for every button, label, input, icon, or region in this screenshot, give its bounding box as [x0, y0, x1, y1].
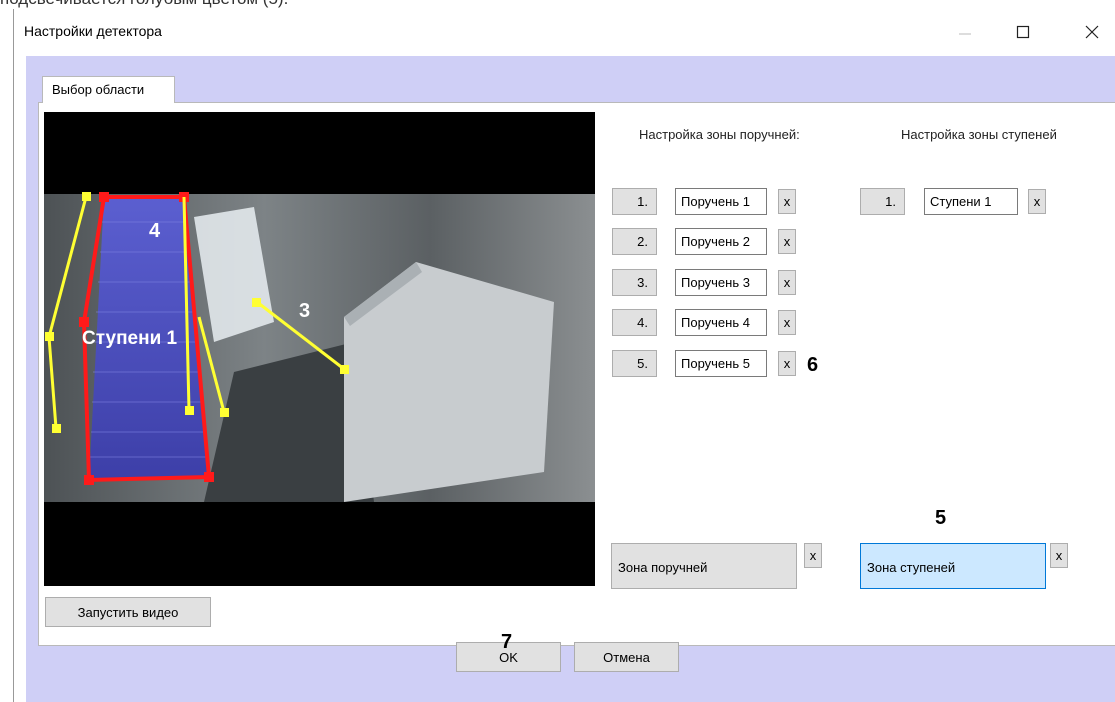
handrail-zone-button[interactable]: Зона поручней	[611, 543, 797, 589]
steps-zone-button[interactable]: Зона ступеней	[860, 543, 1046, 589]
handrail-5-name-field[interactable]: Поручень 5	[675, 350, 767, 377]
camera-frame: 4 3 Ступени 1	[44, 192, 595, 502]
overlay-steps-label: Ступени 1	[82, 328, 178, 349]
handrail-4-name-field[interactable]: Поручень 4	[675, 309, 767, 336]
steps-1-remove-button[interactable]: x	[1028, 189, 1046, 214]
handrail-2-remove-button[interactable]: x	[778, 229, 796, 254]
handrail-zone-header: Настройка зоны поручней:	[639, 127, 800, 142]
callout-7: 7	[501, 631, 513, 653]
minimize-icon	[959, 33, 971, 35]
handrail-1-number-button[interactable]: 1.	[612, 188, 657, 215]
title-bar: Настройки детектора	[14, 9, 1115, 56]
tab-area-selection[interactable]: Выбор области	[42, 76, 175, 103]
handrail-3-number-button[interactable]: 3.	[612, 269, 657, 296]
detector-settings-window: Настройки детектора Выбор области 4 3 Ст…	[13, 9, 1115, 702]
maximize-icon	[1016, 25, 1030, 39]
overlay-number-3: 3	[299, 300, 310, 322]
minimize-button[interactable]	[950, 19, 980, 45]
callout-6: 6	[807, 354, 819, 376]
handrail-1-name-field[interactable]: Поручень 1	[675, 188, 767, 215]
handrail-5-remove-button[interactable]: x	[778, 351, 796, 376]
cancel-button[interactable]: Отмена	[574, 642, 679, 672]
steps-zone-remove-button[interactable]: x	[1050, 543, 1068, 568]
steps-zone-header: Настройка зоны ступеней	[901, 127, 1057, 142]
handrail-5-number-button[interactable]: 5.	[612, 350, 657, 377]
handrail-3-name-field[interactable]: Поручень 3	[675, 269, 767, 296]
client-area: Выбор области 4 3 Ступени 1 Запустить ви…	[26, 56, 1115, 702]
handrail-2-name-field[interactable]: Поручень 2	[675, 228, 767, 255]
handrail-1-remove-button[interactable]: x	[778, 189, 796, 214]
steps-1-number-button[interactable]: 1.	[860, 188, 905, 215]
handrail-4-remove-button[interactable]: x	[778, 310, 796, 335]
start-video-button[interactable]: Запустить видео	[45, 597, 211, 627]
maximize-button[interactable]	[1008, 19, 1038, 45]
callout-5: 5	[935, 507, 947, 529]
handrail-3-remove-button[interactable]: x	[778, 270, 796, 295]
overlay-number-4: 4	[149, 220, 161, 242]
video-preview[interactable]: 4 3 Ступени 1	[44, 112, 595, 586]
handrail-zone-remove-button[interactable]: x	[804, 543, 822, 568]
handrail-2-number-button[interactable]: 2.	[612, 228, 657, 255]
document-text-fragment: подсвечивается голубым цветом (5).	[0, 0, 288, 9]
handrail-4-number-button[interactable]: 4.	[612, 309, 657, 336]
close-icon	[1085, 25, 1099, 39]
close-button[interactable]	[1077, 19, 1107, 45]
steps-1-name-field[interactable]: Ступени 1	[924, 188, 1018, 215]
window-title: Настройки детектора	[24, 23, 162, 39]
